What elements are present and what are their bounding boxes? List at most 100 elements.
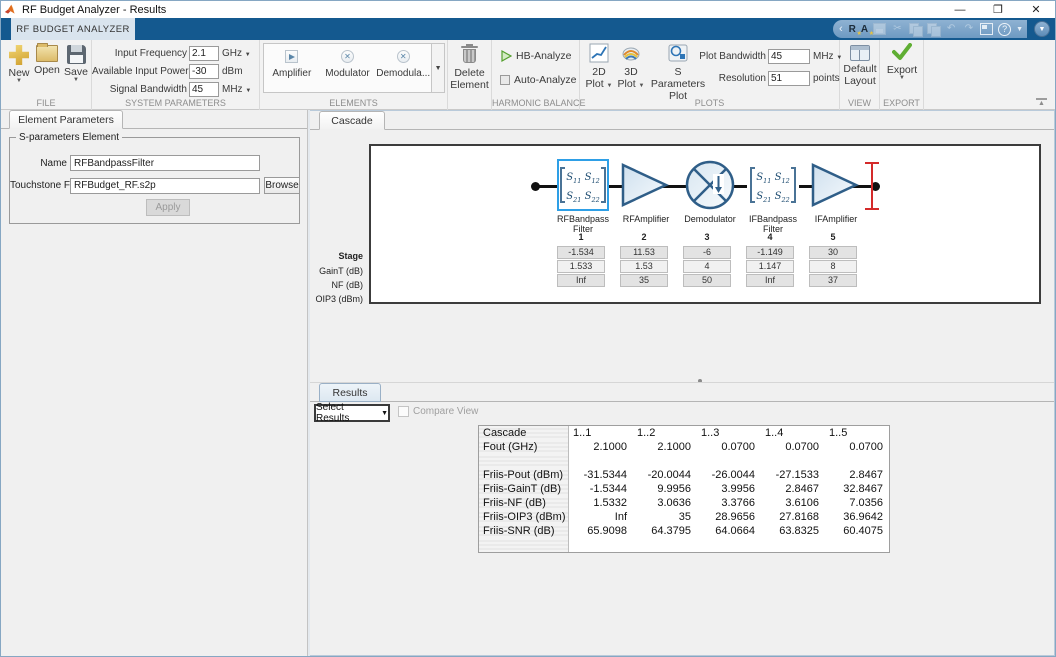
chevron-down-icon[interactable]: ▼ [607, 83, 613, 89]
section-label-system-parameters: SYSTEM PARAMETERS [92, 98, 259, 108]
results-toolbar: Select Results▼ Compare View [310, 402, 1054, 426]
apply-button[interactable]: Apply [146, 199, 190, 216]
maximize-button[interactable]: ❐ [979, 1, 1017, 18]
undo-icon[interactable]: ↶ [945, 23, 958, 35]
qat-r-shortcut[interactable]: R★ [849, 24, 856, 35]
chevron-down-icon[interactable]: ▼ [885, 76, 919, 81]
element-demodulator[interactable] [684, 159, 736, 216]
3d-plot-button[interactable]: 3D Plot ▼ [616, 43, 646, 90]
resolution-field[interactable] [768, 71, 810, 86]
tab-cascade[interactable]: Cascade [319, 111, 385, 130]
cut-icon[interactable]: ✂ [891, 23, 904, 35]
stage-oip3-cell[interactable]: 35 [620, 274, 668, 287]
stage-nf-cell[interactable]: 8 [809, 260, 857, 273]
name-field[interactable] [70, 155, 260, 171]
save-button[interactable]: Save ▼ [61, 43, 91, 83]
modulator-gallery-item[interactable]: Modulator [320, 44, 376, 92]
compare-view-checkbox[interactable]: Compare View [398, 406, 478, 417]
available-input-power-field[interactable] [189, 64, 219, 79]
delete-element-button[interactable]: DeleteElement [448, 45, 491, 91]
stage-gaint-cell[interactable]: -6 [683, 246, 731, 259]
window-layout-icon[interactable] [980, 23, 993, 35]
qat-collapse-icon[interactable]: ‹ [839, 24, 843, 34]
stage-column: 5 30 8 37 [809, 232, 857, 288]
chevron-down-icon[interactable]: ▼ [61, 78, 91, 83]
stage-nf-cell[interactable]: 4 [683, 260, 731, 273]
help-icon[interactable]: ? [998, 23, 1011, 36]
stage-oip3-cell[interactable]: Inf [557, 274, 605, 287]
chevron-down-icon: ▼ [381, 410, 388, 417]
section-label-elements: ELEMENTS [260, 98, 447, 108]
stage-gaint-cell[interactable]: 30 [809, 246, 857, 259]
element-ifbandpassfilter[interactable]: S11 S12S21 S22 [747, 159, 799, 211]
default-layout-button[interactable]: Default Layout [843, 43, 877, 87]
save-icon[interactable] [873, 23, 886, 35]
available-input-power-unit: dBm [222, 66, 243, 77]
stage-oip3-cell[interactable]: 50 [683, 274, 731, 287]
open-button[interactable]: Open [32, 43, 62, 76]
gallery-expand-button[interactable]: ▼ [431, 44, 444, 92]
collapse-ribbon-button[interactable]: ▲ [1036, 98, 1047, 106]
touchstone-file-label: Touchstone File [10, 180, 67, 191]
new-button[interactable]: New ▼ [4, 43, 34, 84]
value-cell [569, 454, 633, 468]
value-cell: 36.9642 [825, 510, 889, 524]
amplifier-gallery-item[interactable]: Amplifier [264, 44, 320, 92]
signal-bandwidth-field[interactable] [189, 82, 219, 97]
stage-gaint-cell[interactable]: -1.149 [746, 246, 794, 259]
plot-bandwidth-unit-dropdown[interactable]: MHz ▼ [813, 51, 842, 62]
copy-icon[interactable] [909, 23, 922, 35]
demodulator-gallery-item[interactable]: Demodula... [375, 44, 431, 92]
element-ifamplifier[interactable] [811, 163, 859, 212]
auto-analyze-checkbox[interactable]: Auto-Analyze [500, 74, 576, 86]
stage-oip3-cell[interactable]: Inf [746, 274, 794, 287]
paste-icon[interactable] [927, 23, 940, 35]
amplifier-icon [811, 163, 859, 207]
chevron-down-icon[interactable]: ▼ [4, 79, 34, 84]
ribbon-section-export: Export ▼ EXPORT [880, 40, 924, 110]
browse-button[interactable]: Browse [264, 177, 300, 194]
nf-label: NF (dB) [332, 280, 364, 290]
stage-nf-cell[interactable]: 1.533 [557, 260, 605, 273]
value-cell [697, 538, 761, 552]
hb-analyze-button[interactable]: HB-Analyze [500, 50, 571, 62]
signal-bandwidth-unit-dropdown[interactable]: MHz ▼ [222, 84, 251, 95]
stage-label: Stage [338, 251, 363, 261]
tab-rf-budget-analyzer[interactable]: RF BUDGET ANALYZER [11, 18, 135, 40]
2d-plot-button[interactable]: 2D Plot ▼ [584, 43, 614, 90]
element-rfbandpassfilter[interactable]: S11 S12S21 S22 [557, 159, 609, 211]
stage-nf-cell[interactable]: 1.53 [620, 260, 668, 273]
section-label-plots: PLOTS [580, 98, 839, 108]
toolstrip-options-button[interactable]: ▼ [1034, 21, 1050, 37]
stage-gaint-cell[interactable]: -1.534 [557, 246, 605, 259]
stage-gaint-cell[interactable]: 11.53 [620, 246, 668, 259]
minimize-button[interactable]: — [941, 1, 979, 18]
element-rfamplifier[interactable] [621, 163, 669, 212]
results-section: Results Select Results▼ Compare View Cas… [310, 382, 1054, 655]
matlab-logo-icon [4, 3, 17, 16]
stage-oip3-cell[interactable]: 37 [809, 274, 857, 287]
ribbon-section-system-parameters: Input Frequency GHz ▼ Available Input Po… [92, 40, 260, 110]
stage-nf-cell[interactable]: 1.147 [746, 260, 794, 273]
input-frequency-unit-dropdown[interactable]: GHz ▼ [222, 48, 251, 59]
qat-dropdown-icon[interactable]: ▼ [1016, 26, 1023, 33]
input-frequency-field[interactable] [189, 46, 219, 61]
touchstone-file-field[interactable] [70, 178, 260, 194]
tab-results[interactable]: Results [319, 383, 381, 402]
row-label: Friis-NF (dB) [479, 496, 569, 510]
chevron-down-icon: ▼ [245, 88, 251, 94]
close-button[interactable]: ✕ [1017, 1, 1055, 18]
tab-element-parameters[interactable]: Element Parameters [9, 110, 123, 129]
value-cell: Inf [569, 510, 633, 524]
redo-icon[interactable]: ↷ [962, 23, 975, 35]
table-row: Fout (GHz) 2.1000 2.1000 0.0700 0.0700 0… [479, 440, 889, 454]
export-button[interactable]: Export ▼ [885, 43, 919, 81]
open-folder-icon [36, 45, 58, 62]
output-probe-marker[interactable] [864, 162, 880, 210]
plot-bandwidth-field[interactable] [768, 49, 810, 64]
element-label: RFAmplifier [610, 214, 682, 232]
amplifier-icon [621, 163, 669, 207]
qat-a-shortcut[interactable]: A★ [861, 24, 868, 35]
select-results-button[interactable]: Select Results▼ [314, 404, 390, 422]
value-cell: -27.1533 [761, 468, 825, 482]
